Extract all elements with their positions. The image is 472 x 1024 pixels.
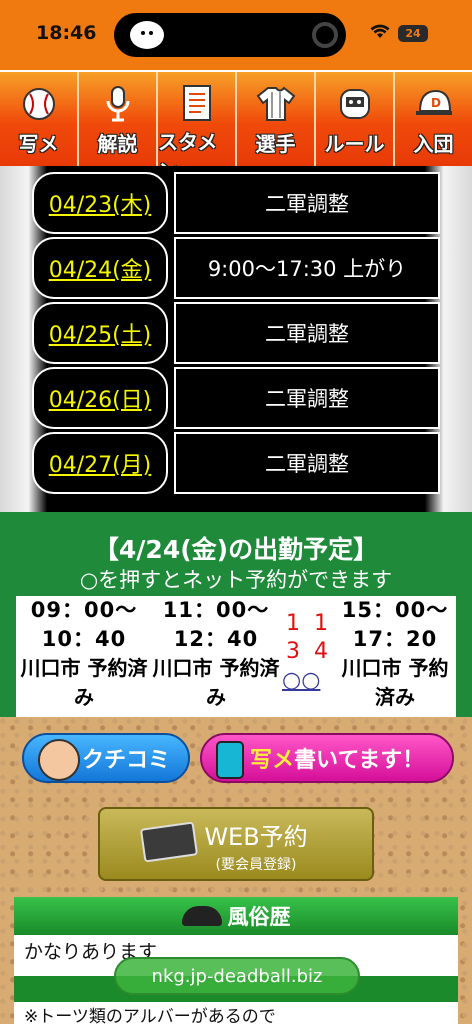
nav-item-players[interactable]: 選手: [237, 72, 316, 166]
helmet-icon: [181, 906, 222, 926]
schedule-status: 9:00～17:30 上がり: [174, 237, 440, 299]
status-bar: 18:46 24: [0, 0, 472, 70]
schedule-row: 04/23(木) 二軍調整: [32, 172, 440, 234]
schedule-row: 04/24(金) 9:00～17:30 上がり: [32, 237, 440, 299]
slot-location: 川口市 予約済み: [20, 656, 148, 709]
site-url-banner[interactable]: nkg.jp-deadball.biz: [114, 957, 360, 995]
schedule-row: 04/25(土) 二軍調整: [32, 302, 440, 364]
schedule-row: 04/27(月) 二軍調整: [32, 432, 440, 494]
kuchikomi-label: クチコミ: [82, 748, 171, 773]
schedule-status: 二軍調整: [174, 432, 440, 494]
photo-diary-button[interactable]: 写メ 書いてます！: [200, 733, 454, 783]
attendance-section: 【4/24(金)の出勤予定】 ○を押すとネット予約ができます 09：00～ 10…: [0, 512, 472, 717]
experience-note: ※トーツ類のアルバーがあるので: [24, 1007, 276, 1024]
reserve-circle-link[interactable]: ○○: [282, 668, 332, 693]
lineup-sheet-icon: [177, 84, 217, 122]
schedule-date-link[interactable]: 04/23(木): [32, 172, 168, 234]
nav-item-photo[interactable]: 写メ: [0, 72, 79, 166]
main-nav: 写メ 解説 スタメン 選手 ルール D 入団: [0, 70, 472, 183]
schedule-date-link[interactable]: 04/26(日): [32, 367, 168, 429]
cap-icon: D: [414, 84, 454, 124]
schedule-date-link[interactable]: 04/24(金): [32, 237, 168, 299]
kuchikomi-button[interactable]: クチコミ: [22, 733, 190, 783]
schedule-date-link[interactable]: 04/27(月): [32, 432, 168, 494]
cork-board: クチコミ 写メ 書いてます！ WEB予約 (要会員登録) 風俗歴 かなりあります …: [0, 717, 472, 1024]
wifi-icon: [370, 24, 390, 38]
nav-label: 解説: [97, 132, 138, 156]
schedule-status: 二軍調整: [174, 367, 440, 429]
time-slot: 09：00～ 10：40 川口市 予約済み: [18, 596, 150, 712]
slot-end: 17：20: [352, 627, 438, 651]
catcher-mask-icon: [335, 84, 375, 124]
clock: 18:46: [36, 22, 97, 44]
slot-end: 12：40: [173, 627, 259, 651]
slot-location: 川口市 予約済み: [341, 656, 449, 709]
dynamic-island: [114, 13, 346, 57]
nav-item-join[interactable]: D 入団: [395, 72, 472, 166]
web-reserve-note: (要会員登録): [215, 857, 297, 873]
nav-label: 入団: [413, 132, 454, 156]
microphone-icon: [98, 84, 138, 124]
schedule-list: 04/23(木) 二軍調整 04/24(金) 9:00～17:30 上がり 04…: [0, 166, 472, 512]
nav-label: ルール: [324, 132, 385, 156]
experience-title: 風俗歴: [227, 905, 291, 929]
photo-diary-label: 書いてます！: [294, 748, 425, 773]
slot-digits: 11 34: [286, 611, 342, 664]
time-slots: 09：00～ 10：40 川口市 予約済み 11：00～ 12：40 川口市 予…: [16, 596, 456, 717]
slot-start: 11：00～: [162, 598, 270, 622]
svg-text:D: D: [431, 96, 441, 110]
slot-start: 15：00～: [341, 598, 449, 622]
nav-item-lineup[interactable]: スタメン: [158, 72, 237, 183]
jersey-icon: [256, 84, 296, 124]
attendance-subtitle: ○を押すとネット予約ができます: [79, 568, 393, 592]
nav-item-commentary[interactable]: 解説: [79, 72, 158, 166]
schedule-date-link[interactable]: 04/25(土): [32, 302, 168, 364]
schedule-status: 二軍調整: [174, 172, 440, 234]
nav-label: 選手: [255, 132, 296, 156]
schedule-status: 二軍調整: [174, 302, 440, 364]
camera-icon: [312, 22, 338, 48]
experience-header: 風俗歴: [14, 897, 458, 935]
battery-icon: 24: [398, 25, 428, 42]
slot-start: 09：00～: [30, 598, 138, 622]
schedule-row: 04/26(日) 二軍調整: [32, 367, 440, 429]
phone-icon: [216, 741, 244, 779]
photo-diary-highlight: 写メ: [250, 748, 295, 773]
slot-end: 10：40: [41, 627, 127, 651]
slot-location: 川口市 予約済み: [152, 656, 280, 709]
nav-item-rules[interactable]: ルール: [316, 72, 395, 166]
web-reserve-button[interactable]: WEB予約 (要会員登録): [98, 807, 374, 881]
available-slot[interactable]: 11 34 ○○: [282, 610, 332, 693]
baseball-icon: [19, 84, 59, 124]
attendance-title: 【4/24(金)の出勤予定】: [93, 535, 379, 564]
seal-mascot-icon: [130, 21, 164, 49]
nav-label: 写メ: [18, 132, 59, 156]
time-slot: 15：00～ 17：20 川口市 予約済み: [334, 596, 456, 712]
time-slot: 11：00～ 12：40 川口市 予約済み: [152, 596, 280, 712]
umpire-face-icon: [38, 739, 80, 781]
battery-level: 24: [405, 27, 421, 40]
